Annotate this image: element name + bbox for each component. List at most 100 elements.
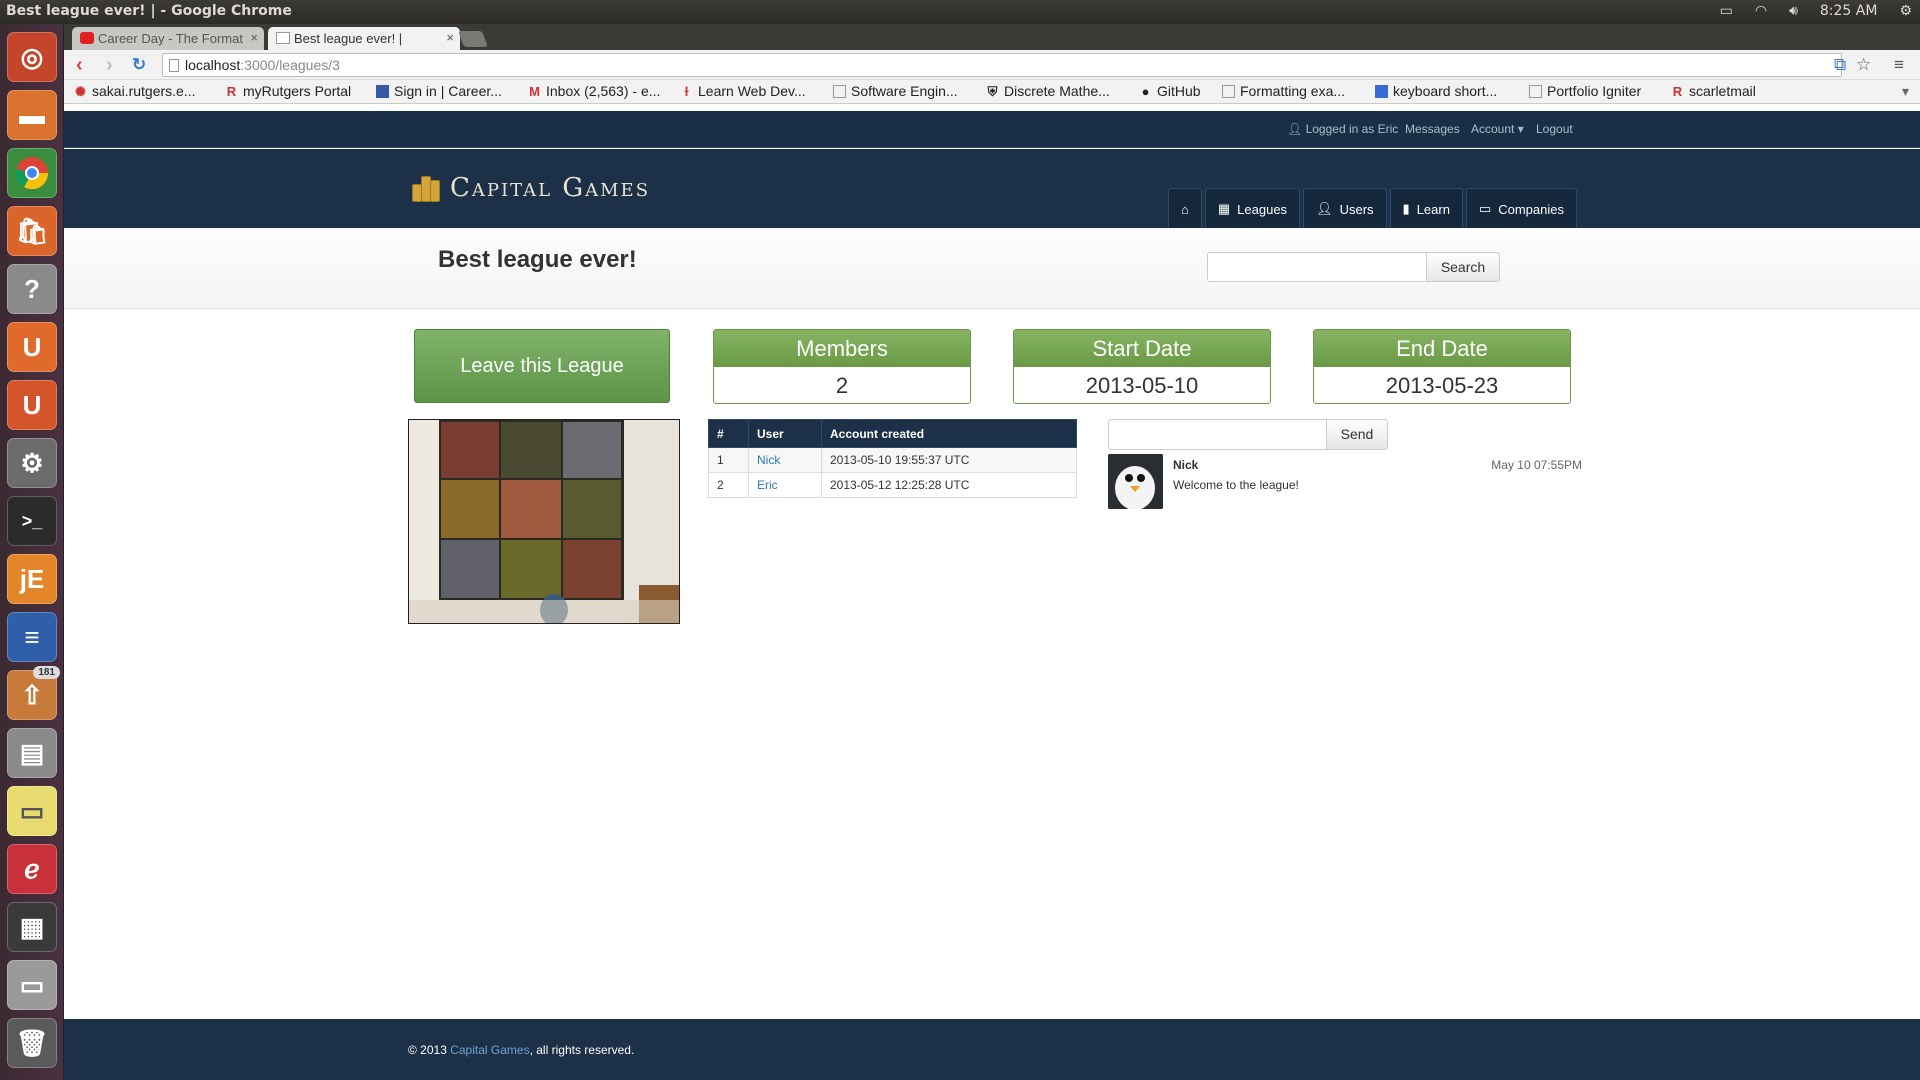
ubuntu-dash-icon[interactable]: ◎: [7, 32, 57, 82]
copyright: © 2013 Capital Games, all rights reserve…: [408, 1043, 635, 1057]
members-stat: Members 2: [713, 329, 971, 404]
tab-career-day[interactable]: Career Day - The Format ×: [72, 27, 264, 50]
message-sender: Nick: [1173, 458, 1199, 472]
nav-users[interactable]: 👤︎ Users: [1303, 188, 1387, 230]
extension-icon[interactable]: ⧉: [1834, 55, 1846, 75]
page-icon: [833, 84, 846, 98]
web-page: 👤︎ Logged in as Eric Messages Account ▾ …: [64, 111, 1920, 1080]
bookmark-github[interactable]: ● GitHub: [1139, 83, 1201, 99]
document-viewer-icon[interactable]: ℯ: [7, 844, 57, 894]
clock[interactable]: 8:25 AM: [1820, 3, 1878, 19]
page-icon: [1529, 84, 1542, 98]
stat-label: Members: [714, 330, 970, 367]
help-icon[interactable]: ?: [7, 264, 57, 314]
battery-icon[interactable]: ▭: [1720, 3, 1733, 19]
ubuntu-one-icon[interactable]: U: [7, 322, 57, 372]
bookmark-portfolio[interactable]: Portfolio Igniter: [1529, 83, 1641, 99]
tab-best-league[interactable]: Best league ever! | ×: [268, 27, 460, 50]
user-link[interactable]: Eric: [757, 478, 778, 492]
bookmark-formatting[interactable]: Formatting exa...: [1222, 83, 1345, 99]
bookmark-career[interactable]: Sign in | Career...: [376, 83, 502, 99]
forward-icon[interactable]: ›: [106, 54, 113, 77]
wifi-icon[interactable]: ◠: [1755, 3, 1767, 19]
search-button[interactable]: Search: [1426, 252, 1500, 282]
files-icon[interactable]: ▬: [7, 90, 57, 140]
terminal-icon[interactable]: >_: [7, 496, 57, 546]
sakai-icon: ✺: [75, 83, 86, 99]
youtube-icon: [80, 32, 94, 44]
window-title: Best league ever! | - Google Chrome: [6, 3, 292, 19]
browser-toolbar: ‹ › ↻ localhost:3000/leagues/3 ⧉ ☆ ≡: [64, 50, 1920, 80]
shield-icon: ⛨: [987, 83, 998, 99]
page-icon: [276, 32, 290, 44]
gear-icon[interactable]: ⚙: [1899, 3, 1912, 19]
user-bar: 👤︎ Logged in as Eric Messages Account ▾ …: [64, 111, 1920, 148]
trash-icon[interactable]: 🗑︎: [7, 1018, 57, 1068]
footer-brand-link[interactable]: Capital Games: [450, 1043, 529, 1057]
stat-label: Start Date: [1014, 330, 1270, 367]
nav-learn[interactable]: ▮ Learn: [1389, 188, 1463, 230]
league-image: [408, 419, 680, 624]
row-number: 2: [708, 472, 749, 498]
url-path: :3000/leagues/3: [240, 57, 340, 73]
logout-link[interactable]: Logout: [1536, 122, 1573, 136]
jedit-icon[interactable]: jE: [7, 554, 57, 604]
logged-in-status[interactable]: 👤︎ Logged in as Eric: [1287, 122, 1398, 136]
nav-companies[interactable]: ▭ Companies: [1465, 188, 1577, 230]
user-icon: 👤︎: [1316, 201, 1333, 216]
star-icon[interactable]: ☆: [1856, 55, 1871, 75]
workspace-switcher-icon[interactable]: ▦: [7, 902, 57, 952]
avatar[interactable]: [1108, 454, 1163, 509]
writer-icon[interactable]: ≡: [7, 612, 57, 662]
docs-icon: [1375, 84, 1388, 98]
site-logo[interactable]: Capital Games: [412, 173, 650, 203]
close-icon[interactable]: ×: [250, 30, 258, 45]
volume-icon[interactable]: 🔊︎: [1789, 3, 1798, 19]
stat-value: 2013-05-23: [1385, 373, 1499, 398]
nav-home[interactable]: ⌂: [1168, 188, 1202, 230]
back-icon[interactable]: ‹: [76, 54, 83, 77]
bookmark-discrete-math[interactable]: ⛨ Discrete Mathe...: [986, 83, 1110, 99]
bookmarks-overflow-icon[interactable]: ▾: [1902, 83, 1909, 100]
page-title: Best league ever!: [438, 246, 637, 273]
site-footer: © 2013 Capital Games, all rights reserve…: [64, 1019, 1920, 1080]
chrome-icon[interactable]: [7, 148, 57, 198]
stat-value: 2: [835, 373, 849, 398]
new-tab-button[interactable]: [458, 31, 488, 47]
account-dropdown[interactable]: Account ▾: [1471, 122, 1524, 136]
leave-league-button[interactable]: Leave this League: [414, 329, 670, 403]
messages-link[interactable]: Messages: [1405, 122, 1460, 136]
bookmark-myrutgers[interactable]: RmyRutgers Portal: [225, 83, 351, 99]
archive-manager-icon[interactable]: ⇧ 181: [7, 666, 60, 720]
bookmark-inbox[interactable]: M Inbox (2,563) - e...: [528, 83, 660, 99]
bookmark-scarletmail[interactable]: Rscarletmail: [1671, 83, 1756, 99]
nav-leagues[interactable]: ▦ Leagues: [1204, 188, 1301, 230]
ubuntu-one-music-icon[interactable]: U: [7, 380, 57, 430]
message-input[interactable]: [1108, 419, 1327, 450]
search-input[interactable]: [1207, 252, 1427, 282]
row-number: 1: [708, 447, 749, 473]
bookmark-sakai[interactable]: ✺ sakai.rutgers.e...: [74, 83, 195, 99]
user-link[interactable]: Nick: [757, 453, 780, 467]
user-icon: 👤︎: [1287, 122, 1303, 136]
rutgers-icon: R: [226, 83, 237, 99]
account-created: 2013-05-12 12:25:28 UTC: [821, 472, 1077, 498]
address-bar[interactable]: localhost:3000/leagues/3: [162, 53, 1842, 77]
career-icon: [376, 84, 389, 98]
reload-icon[interactable]: ↻: [132, 55, 146, 75]
scanner-icon[interactable]: ▤: [7, 728, 57, 778]
bookmark-software-eng[interactable]: Software Engin...: [833, 83, 958, 99]
main-nav: ⌂ ▦ Leagues 👤︎ Users ▮ Learn ▭ Companies: [1168, 188, 1577, 230]
send-button[interactable]: Send: [1326, 419, 1388, 450]
menu-icon[interactable]: ≡: [1894, 55, 1904, 75]
bookmark-learn-web-dev[interactable]: ɫ Learn Web Dev...: [680, 83, 805, 99]
tab-title: Best league ever! |: [294, 31, 403, 46]
system-settings-icon[interactable]: ⚙: [7, 438, 57, 488]
close-icon[interactable]: ×: [446, 30, 454, 45]
launcher: ◎ ▬ 🛍︎ ? U U ⚙ >_ jE ≡ ⇧ 181 ▤ ▭ ℯ ▦ ▭ 🗑︎: [0, 24, 64, 1080]
drive-icon[interactable]: ▭: [7, 960, 57, 1010]
bookmark-keyboard[interactable]: keyboard short...: [1375, 83, 1497, 99]
sticky-notes-icon[interactable]: ▭: [7, 786, 57, 836]
os-top-panel: Best league ever! | - Google Chrome ▭ ◠ …: [0, 0, 1920, 24]
software-center-icon[interactable]: 🛍︎: [7, 206, 57, 256]
